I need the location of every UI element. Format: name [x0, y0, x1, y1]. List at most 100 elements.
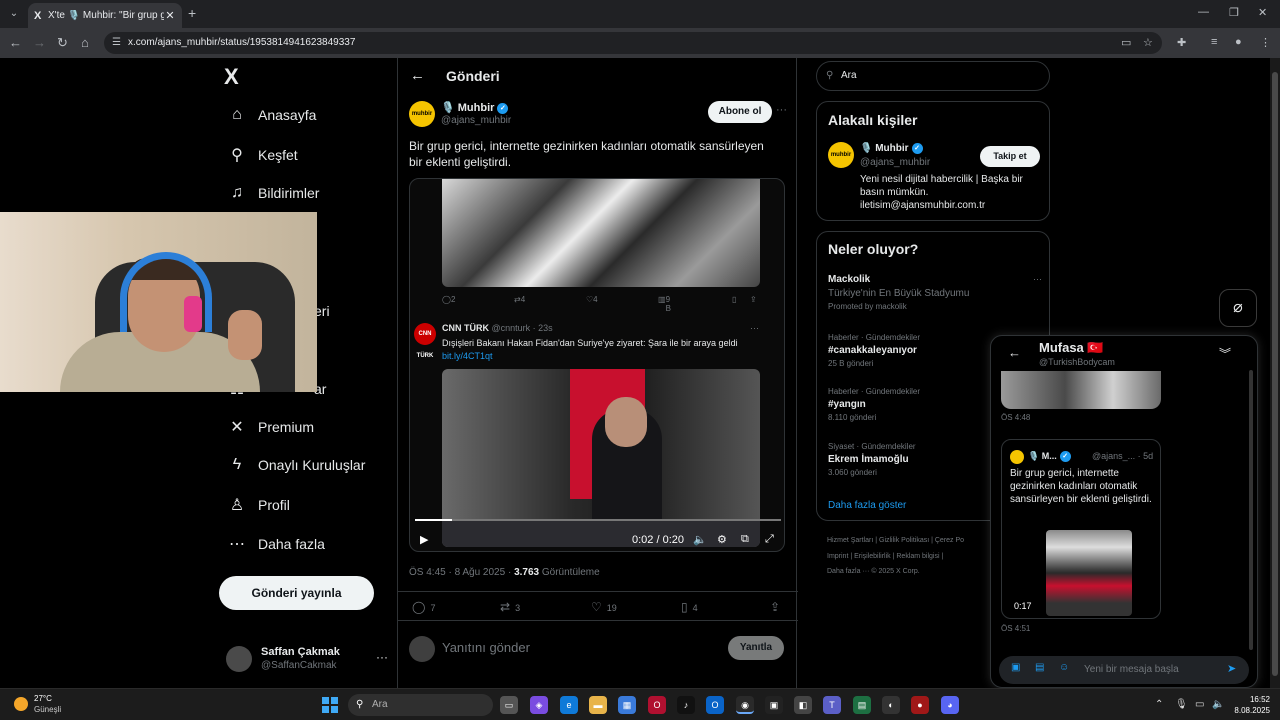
subscribe-button[interactable]: Abone ol	[708, 101, 772, 123]
grok-icon[interactable]: ⌀	[1219, 289, 1257, 327]
profile-icon[interactable]: ●	[1235, 36, 1242, 48]
avatar[interactable]: muhbir	[409, 101, 435, 127]
trend-item[interactable]: Mackolik Türkiye'nin En Büyük Stadyumu P…	[828, 274, 1042, 311]
nav-verified-orgs[interactable]: ϟ Onaylı Kuruluşlar	[226, 456, 366, 474]
dm-shared-post[interactable]: 🎙️ M... ✓ @ajans_... · 5d Bir grup gerici…	[1001, 439, 1161, 619]
related-person-name[interactable]: 🎙️ Muhbir ✓	[860, 143, 923, 154]
video-progress-bar[interactable]	[415, 519, 781, 521]
embed-view-count[interactable]: ▥ 9 B	[658, 295, 671, 313]
embed-reply-count[interactable]: ◯ 2	[442, 295, 455, 304]
tweet-media[interactable]: ◯ 2 ⇄ 4 ♡ 4 ▥ 9 B ▯ ⇪ CNN TÜRK CNN TÜRK …	[409, 178, 785, 552]
forward-icon[interactable]: →	[33, 35, 46, 50]
browser-tab[interactable]: X X'te 🎙️ Muhbir: "Bir grup gerici ✕	[28, 3, 182, 28]
page-scrollbar[interactable]	[1270, 58, 1280, 688]
maximize-icon[interactable]: ❐	[1229, 6, 1239, 19]
embed-bookmark-icon[interactable]: ▯	[732, 295, 736, 304]
volume-icon[interactable]: 🔈	[693, 533, 707, 546]
send-icon[interactable]: ➤	[1227, 662, 1236, 675]
account-switcher[interactable]: Saffan Çakmak @SaffanCakmak ···	[226, 644, 396, 674]
copilot-icon[interactable]: ◈	[530, 696, 548, 714]
home-icon[interactable]: ⌂	[81, 35, 89, 50]
footer-links[interactable]: Imprint | Erişilebilirlik | Reklam bilgi…	[827, 553, 943, 560]
reply-input[interactable]: Yanıtını gönder	[442, 640, 530, 655]
menu-icon[interactable]: ⋮	[1260, 36, 1271, 49]
search-input[interactable]: ⚲ Ara	[816, 61, 1050, 91]
nav-premium[interactable]: ✕ Premium	[226, 417, 314, 437]
more-icon[interactable]: ···	[776, 104, 787, 116]
nav-notifications[interactable]: ♫ Bildirimler	[226, 184, 319, 202]
chevron-up-icon[interactable]: ⌃	[1155, 699, 1163, 710]
more-icon[interactable]: ···	[376, 650, 388, 664]
avatar[interactable]: muhbir	[828, 142, 854, 168]
gif-icon[interactable]: ▤	[1035, 662, 1044, 673]
start-icon[interactable]	[322, 697, 338, 713]
nav-profile[interactable]: ♙ Profil	[226, 495, 290, 515]
volume-icon[interactable]: 🔈	[1212, 699, 1224, 710]
cast-icon[interactable]: ▭	[1121, 36, 1131, 49]
share-icon[interactable]: ⇪	[770, 600, 785, 614]
teams-icon[interactable]: T	[823, 696, 841, 714]
dm-composer[interactable]: ▣ ▤ ☺ Yeni bir mesaja başla ➤	[999, 656, 1249, 684]
edge-icon[interactable]: e	[560, 696, 578, 714]
embed-like-count[interactable]: ♡ 4	[586, 295, 598, 304]
window-close-icon[interactable]: ✕	[1258, 6, 1267, 19]
display-icon[interactable]: ▭	[1195, 699, 1204, 710]
embed-share-icon[interactable]: ⇪	[750, 295, 757, 304]
back-arrow-icon[interactable]: ←	[1008, 345, 1021, 360]
nav-explore[interactable]: ⚲ Keşfet	[226, 145, 298, 165]
image-icon[interactable]: ▣	[1011, 662, 1020, 673]
file-explorer-icon[interactable]: ▬	[589, 696, 607, 714]
back-arrow-icon[interactable]: ←	[410, 67, 425, 84]
x-logo-icon[interactable]: X	[224, 64, 239, 90]
scrollbar-thumb[interactable]	[1272, 72, 1278, 676]
like-button[interactable]: ♡ 19	[591, 600, 617, 614]
tweet-time[interactable]: ÖS 4:45 · 8 Ağu 2025 ·	[409, 567, 511, 578]
app-icon[interactable]: ●	[911, 696, 929, 714]
more-icon[interactable]: ···	[750, 323, 759, 333]
microphone-icon[interactable]: 🎙	[1175, 699, 1188, 710]
new-tab-icon[interactable]: +	[188, 5, 196, 21]
opera-icon[interactable]: O	[648, 696, 666, 714]
minimize-icon[interactable]: —	[1198, 6, 1209, 18]
embed-retweet-count[interactable]: ⇄ 4	[514, 295, 525, 304]
footer-links[interactable]: Hizmet Şartları | Gizlilik Politikası | …	[827, 537, 964, 544]
more-icon[interactable]: ···	[1033, 274, 1042, 284]
reply-submit-button[interactable]: Yanıtla	[728, 636, 784, 660]
weather-sun-icon[interactable]	[14, 697, 28, 711]
system-clock[interactable]: 16:52 8.08.2025	[1232, 694, 1270, 716]
site-info-icon[interactable]: ☰	[112, 32, 121, 54]
tweet-author-name[interactable]: 🎙️ Muhbir ✓	[441, 101, 509, 114]
star-icon[interactable]: ☆	[1143, 36, 1153, 49]
pip-icon[interactable]: ⧉	[741, 533, 749, 546]
nav-home[interactable]: ⌂ Anasayfa	[226, 106, 316, 124]
app-icon[interactable]: ▤	[853, 696, 871, 714]
chrome-icon[interactable]: ◉	[736, 696, 754, 714]
reload-icon[interactable]: ↻	[57, 35, 68, 51]
discord-icon[interactable]: ◕	[941, 696, 959, 714]
app-icon[interactable]: ▣	[765, 696, 783, 714]
outlook-icon[interactable]: O	[706, 696, 724, 714]
show-more-link[interactable]: Daha fazla göster	[828, 500, 906, 511]
nav-more[interactable]: ⋯ Daha fazla	[226, 534, 325, 554]
taskbar-search[interactable]: ⚲ Ara	[348, 694, 493, 716]
retweet-button[interactable]: ⇄ 3	[500, 600, 520, 614]
emoji-icon[interactable]: ☺	[1059, 662, 1069, 673]
weather-temp[interactable]: 27°C	[34, 694, 52, 703]
settings-icon[interactable]: ⚙	[717, 533, 727, 546]
dm-scrollbar[interactable]	[1249, 370, 1253, 650]
address-bar[interactable]: ☰ x.com/ajans_muhbir/status/195381494162…	[104, 32, 1162, 54]
store-icon[interactable]: ▦	[618, 696, 636, 714]
collapse-icon[interactable]: ︾	[1219, 345, 1231, 362]
app-icon[interactable]: ◧	[794, 696, 812, 714]
reply-button[interactable]: ◯ 7	[412, 600, 435, 614]
footer-links[interactable]: Daha fazla ··· © 2025 X Corp.	[827, 568, 920, 575]
obs-icon[interactable]: ◐	[882, 696, 900, 714]
extensions-icon[interactable]: ✚	[1177, 36, 1186, 49]
task-view-icon[interactable]: ▭	[500, 696, 518, 714]
media-icon[interactable]: ≡	[1211, 36, 1217, 48]
cnn-link[interactable]: bit.ly/4CT1qt	[442, 351, 493, 361]
dm-image[interactable]	[1001, 371, 1161, 409]
tiktok-icon[interactable]: ♪	[677, 696, 695, 714]
back-icon[interactable]: ←	[9, 35, 22, 50]
tweet-author-handle[interactable]: @ajans_muhbir	[441, 115, 511, 126]
